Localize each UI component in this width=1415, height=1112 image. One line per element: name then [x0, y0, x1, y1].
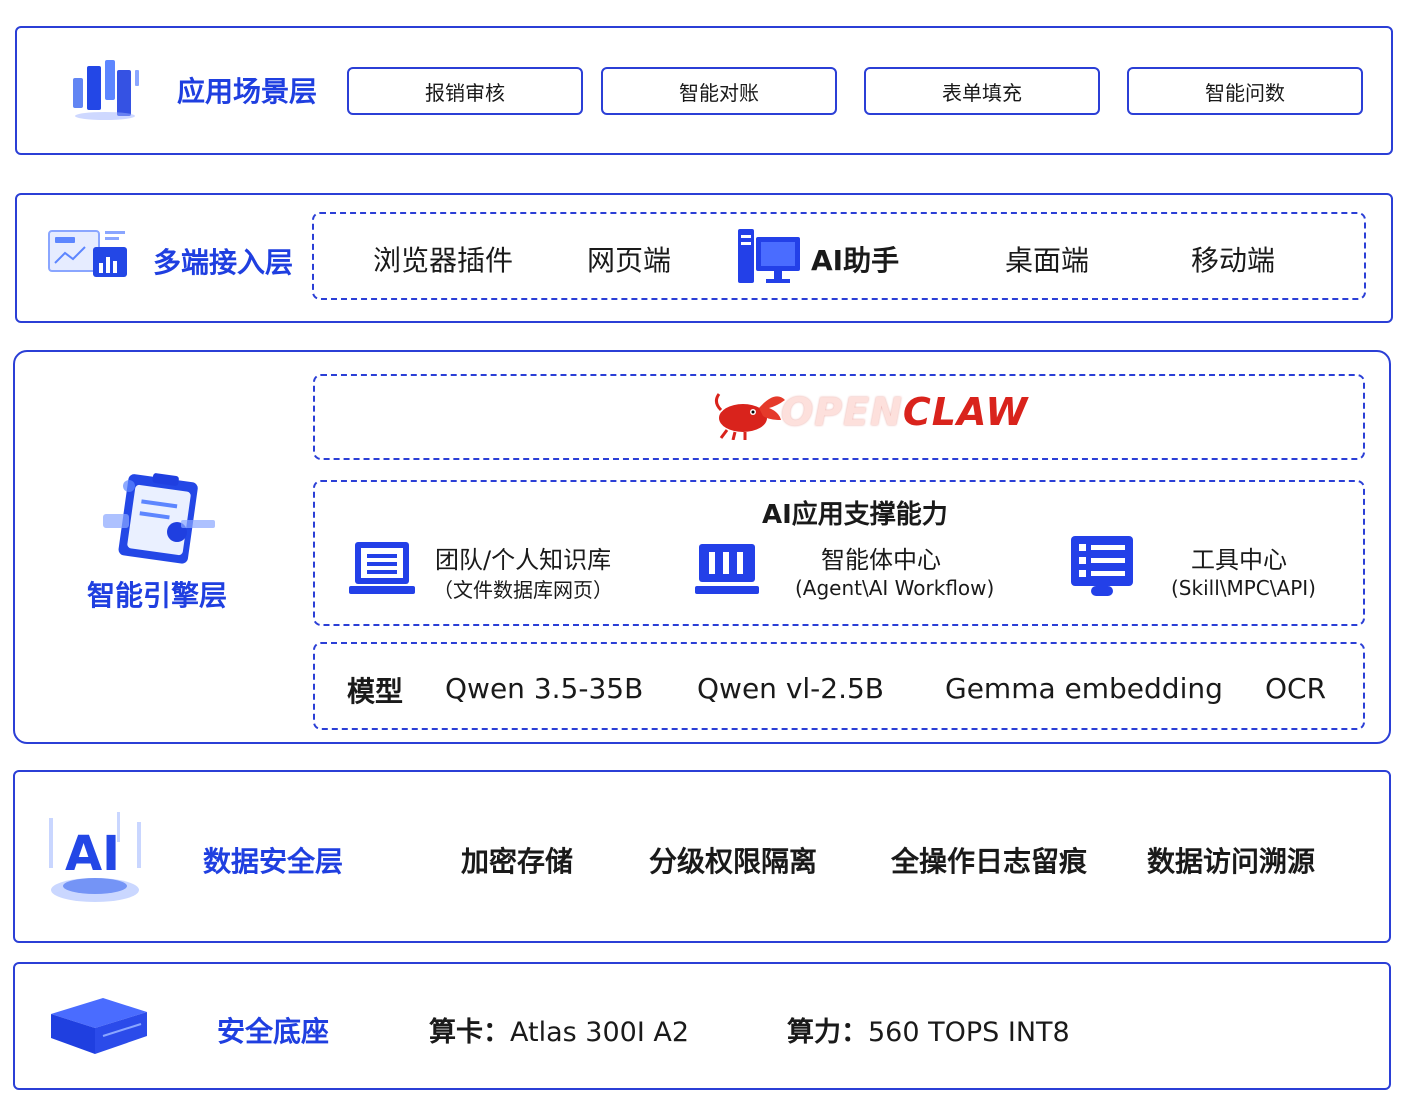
- capability-agent-detail: (Agent\AI Workflow): [795, 576, 995, 600]
- application-layer: 应用场景层 报销审核 智能对账 表单填充 智能问数: [15, 26, 1393, 155]
- security-encrypted-storage: 加密存储: [461, 845, 574, 878]
- security-audit-log: 全操作日志留痕: [891, 845, 1088, 878]
- compute-card-value: Atlas 300I A2: [510, 1017, 690, 1048]
- application-layer-title: 应用场景层: [177, 75, 318, 108]
- openclaw-wordmark: OPENCLAW: [781, 390, 1028, 434]
- capability-agent-name: 智能体中心: [821, 546, 941, 574]
- clipboard-icon: [103, 473, 215, 564]
- capability-tools-name: 工具中心: [1191, 546, 1287, 574]
- capability-title: AI应用支撑能力: [762, 500, 948, 530]
- ai-icon-text: AI: [65, 826, 121, 882]
- app-scene-icon: [73, 60, 139, 120]
- model-gemma-embedding: Gemma embedding: [945, 672, 1223, 705]
- compute-card-label: 算卡：: [429, 1017, 510, 1048]
- client-ai-assistant[interactable]: AI助手: [811, 239, 899, 279]
- security-layer: AI 数据安全层 加密存储 分级权限隔离 全操作日志留痕 数据访问溯源: [13, 770, 1391, 943]
- client-mobile[interactable]: 移动端: [1191, 239, 1275, 279]
- base-layer: 安全底座 算卡：Atlas 300I A2 算力：560 TOPS INT8: [13, 962, 1391, 1090]
- client-desktop[interactable]: 桌面端: [1005, 239, 1089, 279]
- server-list-icon: [1071, 536, 1133, 596]
- scene-button-form-fill[interactable]: 表单填充: [864, 67, 1100, 115]
- security-permission-isolation: 分级权限隔离: [649, 845, 818, 878]
- wordmark-claw: CLAW: [902, 390, 1029, 434]
- compute-power: 算力：560 TOPS INT8: [787, 1010, 1070, 1049]
- wordmark-open: OPEN: [781, 390, 903, 434]
- compute-power-label: 算力：: [787, 1017, 868, 1048]
- lobster-icon: [714, 393, 785, 440]
- client-browser-plugin[interactable]: 浏览器插件: [373, 239, 513, 279]
- base-layer-title: 安全底座: [217, 1015, 330, 1048]
- compute-power-value: 560 TOPS INT8: [868, 1017, 1070, 1048]
- scene-button-reimbursement[interactable]: 报销审核: [347, 67, 583, 115]
- monitor-icon: [738, 229, 800, 283]
- access-layer-title: 多端接入层: [153, 246, 294, 279]
- server-box-icon: [51, 998, 147, 1054]
- security-access-trace: 数据访问溯源: [1147, 845, 1316, 878]
- scene-button-data-query[interactable]: 智能问数: [1127, 67, 1363, 115]
- client-web[interactable]: 网页端: [587, 239, 671, 279]
- model-qwen-vl: Qwen vl-2.5B: [697, 672, 885, 705]
- model-label: 模型: [347, 675, 404, 708]
- engine-layer-title: 智能引擎层: [87, 579, 228, 612]
- dashboard-icon: [48, 230, 127, 277]
- capability-tools-detail: (Skill\MPC\API): [1171, 576, 1316, 600]
- security-layer-title: 数据安全层: [203, 845, 344, 878]
- capability-knowledge-detail: （文件数据库网页）: [433, 578, 613, 602]
- bar-chart-icon: [695, 544, 759, 594]
- capability-knowledge-name: 团队/个人知识库: [435, 546, 612, 574]
- model-ocr: OCR: [1265, 672, 1327, 705]
- engine-layer: 智能引擎层 OPENCLAW AI应用支撑能力 团队/个人知识库 （文件数据库网…: [13, 350, 1391, 744]
- laptop-icon: [349, 542, 415, 594]
- model-qwen-35b: Qwen 3.5-35B: [445, 672, 644, 705]
- access-layer: 多端接入层 浏览器插件 网页端 AI助手 桌面端 移动端: [15, 193, 1393, 323]
- scene-button-reconciliation[interactable]: 智能对账: [601, 67, 837, 115]
- compute-card: 算卡：Atlas 300I A2: [429, 1010, 689, 1049]
